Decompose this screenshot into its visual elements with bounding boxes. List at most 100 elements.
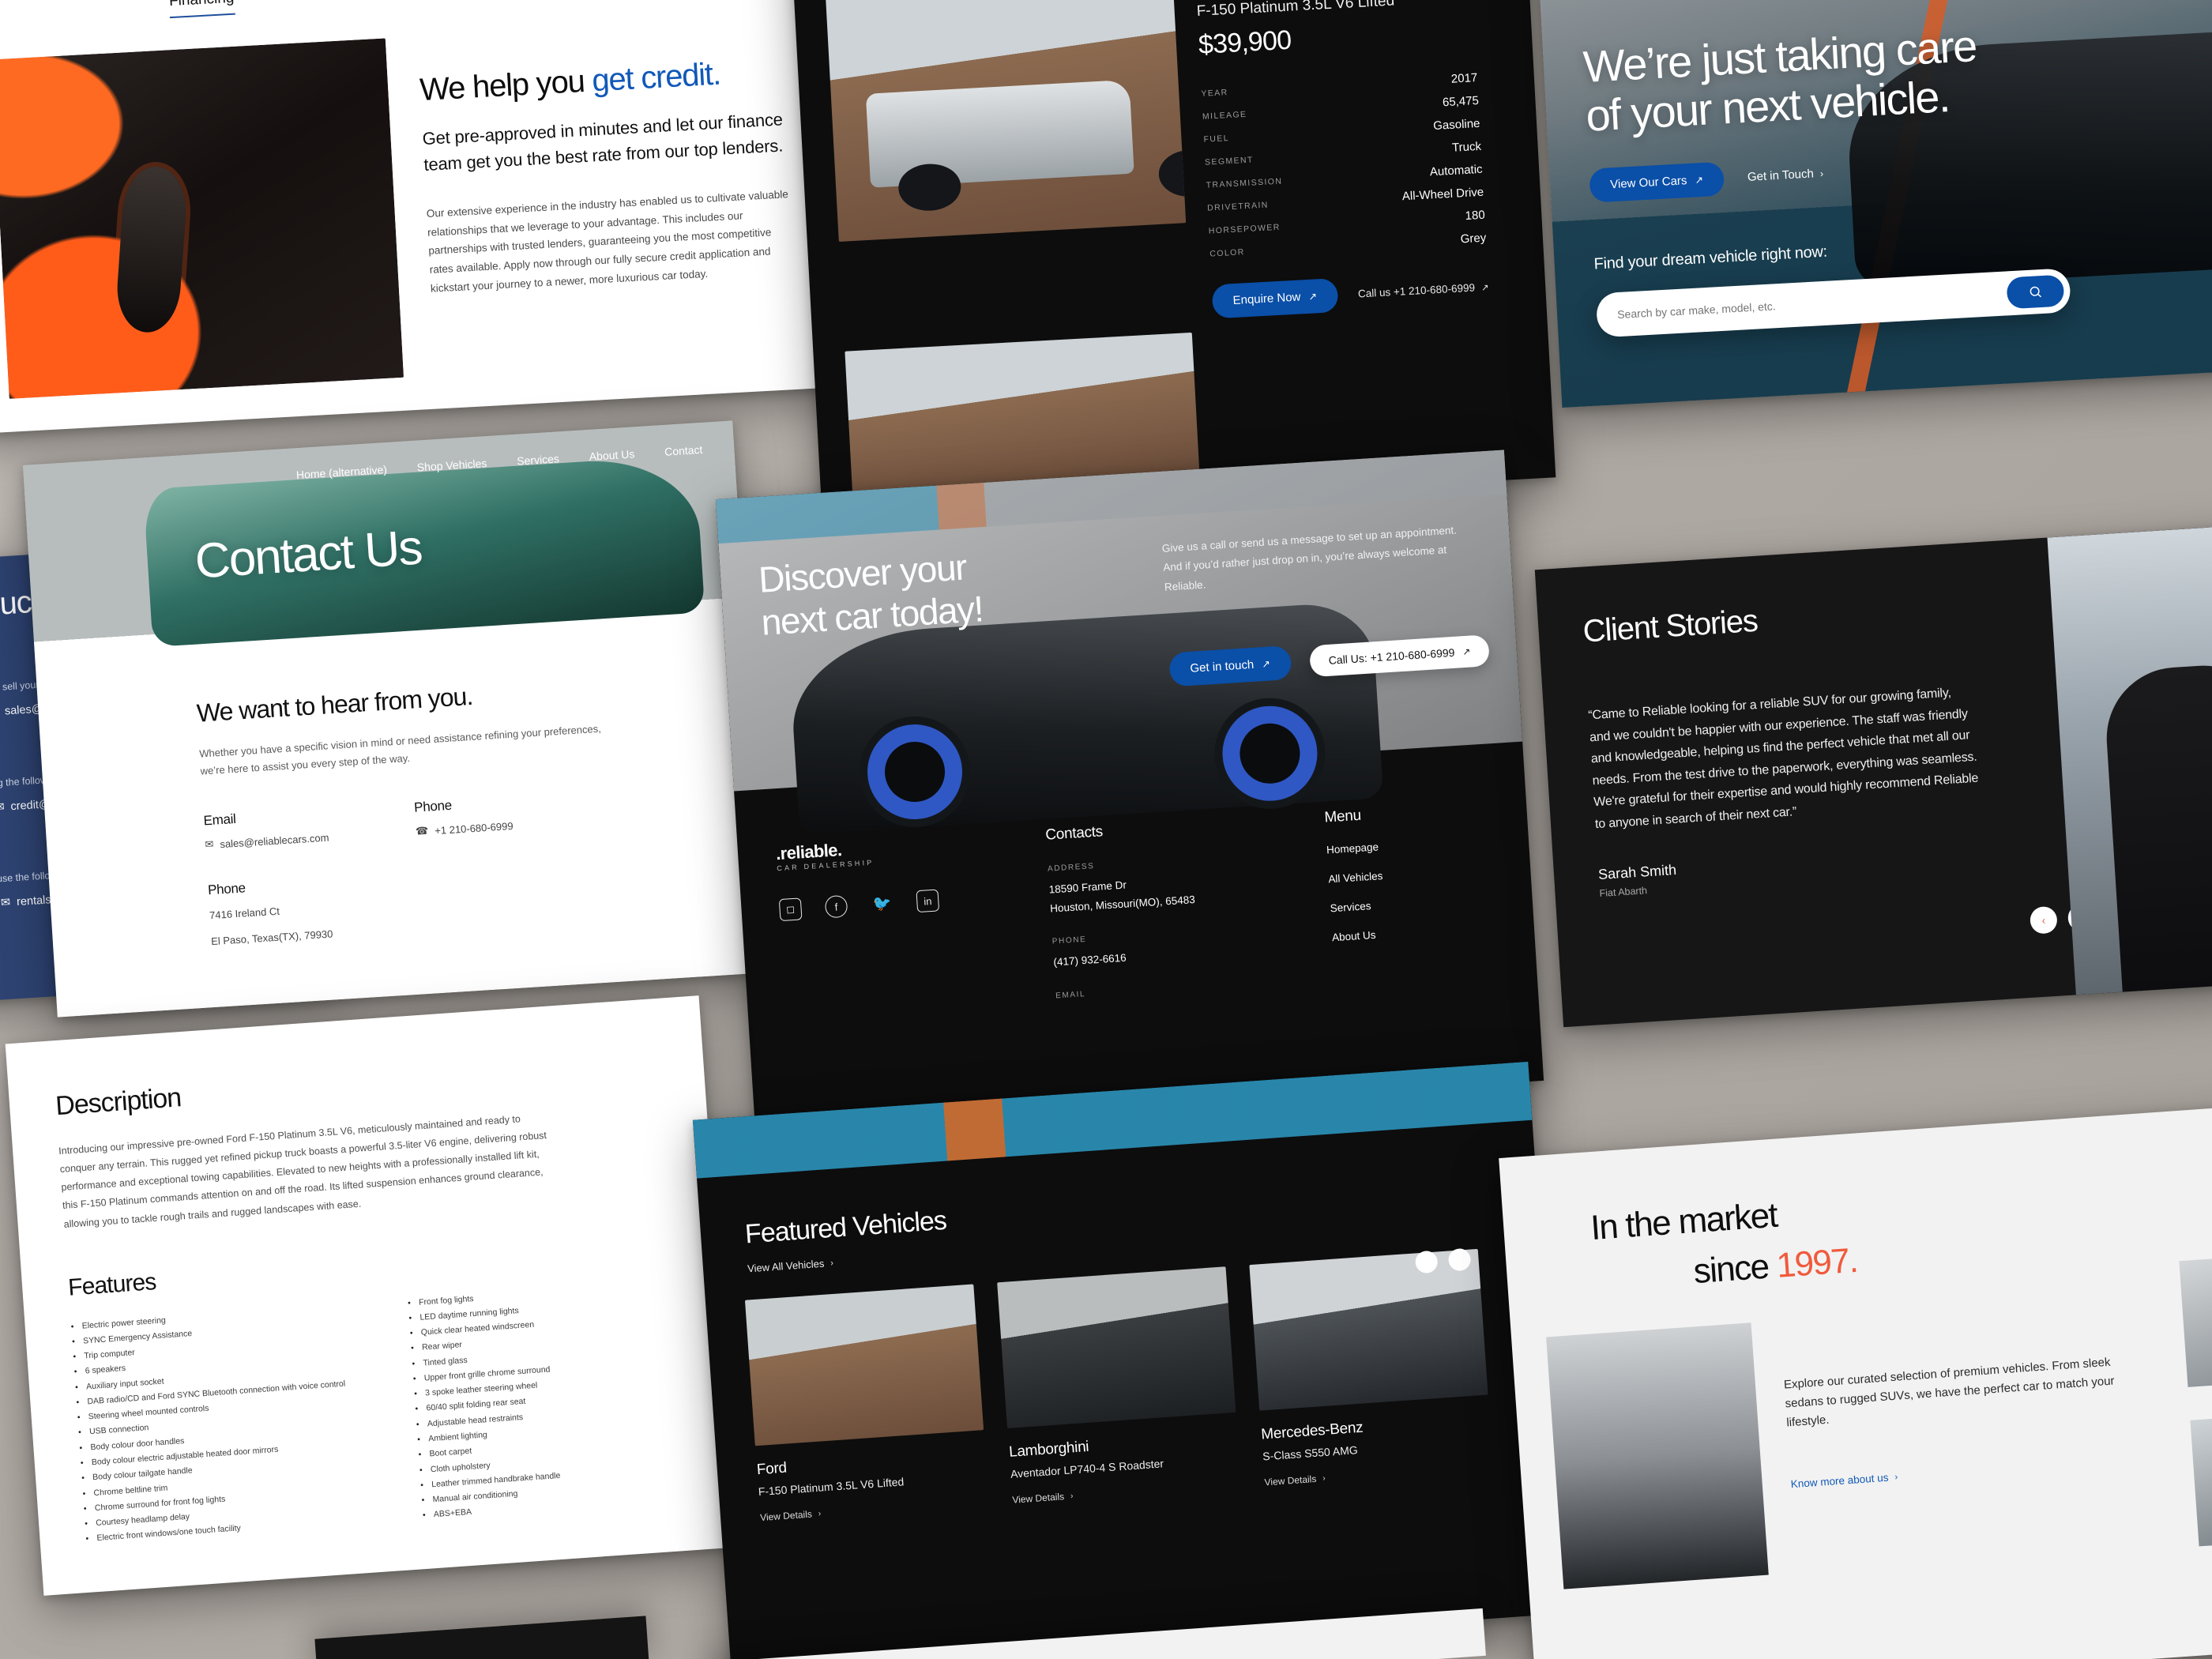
mockup-featured-vehicles: Featured Vehicles View All Vehicles › For… xyxy=(692,1061,1567,1659)
email-label: Email xyxy=(203,811,237,829)
arrow-up-right-icon: ↗ xyxy=(1694,173,1704,186)
call-label: Call us +1 210-680-6999 xyxy=(1357,281,1476,300)
nav-contact[interactable]: Contact xyxy=(664,443,703,458)
spec-key: TRANSMISSION xyxy=(1206,176,1283,190)
spec-key: HORSEPOWER xyxy=(1208,222,1281,236)
vehicle-card[interactable]: Lamborghini Aventador LP740-4 S Roadster… xyxy=(997,1266,1241,1507)
get-in-touch-label: Get in touch xyxy=(1189,657,1255,675)
footer-contacts-title: Contacts xyxy=(1044,823,1104,844)
enquire-now-button[interactable]: Enquire Now ↗ xyxy=(1211,277,1339,319)
market-year: 1997. xyxy=(1775,1240,1859,1285)
spec-value: All-Wheel Drive xyxy=(1401,185,1484,204)
pager-dot-next[interactable] xyxy=(1447,1247,1472,1272)
spec-value: 180 xyxy=(1465,208,1486,224)
financing-lead: Get pre-approved in minutes and let our … xyxy=(422,109,784,175)
pager-dot-prev[interactable] xyxy=(1414,1250,1439,1274)
design-showcase-board: …that will make your life easier. Financ… xyxy=(0,0,2212,1659)
chevron-right-icon: › xyxy=(830,1258,834,1268)
arrow-up-right-icon: ↗ xyxy=(1462,645,1471,657)
chevron-right-icon: › xyxy=(1070,1491,1074,1501)
mockup-about-since-1997: In the market since 1997. Explore our cu… xyxy=(1499,1102,2212,1659)
features-column-2: Front fog lights LED daytime running lig… xyxy=(408,1287,563,1525)
footer-phone-value[interactable]: (417) 932-6616 xyxy=(1053,945,1199,971)
spec-value: Automatic xyxy=(1429,162,1483,179)
showroom-photo xyxy=(1546,1322,1769,1589)
footer-phone-key: PHONE xyxy=(1051,935,1087,946)
heading-accent: get credit. xyxy=(591,56,721,99)
car-interior-photo xyxy=(0,38,404,399)
contact-card-text: Whether you have a specific vision in mi… xyxy=(198,722,602,777)
footer-contacts-column: Contacts ADDRESS 18590 Frame Dr Houston,… xyxy=(1045,818,1201,1000)
mockup-homepage-hero: .reliable. CAR DEALERSHIP All Vehicles S… xyxy=(1535,0,2212,408)
vehicle-photo-main[interactable] xyxy=(825,0,1187,242)
spec-key: FUEL xyxy=(1203,134,1230,145)
mockup-discover-and-footer: Discover your next car today! Give us a … xyxy=(715,450,1544,1130)
view-details-link[interactable]: View Details › xyxy=(1264,1473,1326,1488)
carousel-prev-button[interactable]: ‹ xyxy=(2029,905,2058,935)
vehicle-card-photo xyxy=(997,1266,1236,1428)
search-button[interactable] xyxy=(2006,274,2065,310)
spec-value: Grey xyxy=(1460,231,1487,246)
know-more-link[interactable]: Know more about us › xyxy=(1790,1471,1898,1491)
search-icon xyxy=(2030,286,2042,298)
search-input[interactable] xyxy=(1616,287,2007,322)
vehicle-card[interactable]: Ford F-150 Platinum 3.5L V6 Lifted View … xyxy=(744,1284,989,1525)
phone-value[interactable]: ☎ +1 210-680-6999 xyxy=(416,819,514,838)
arrow-up-right-icon: ↗ xyxy=(1307,289,1318,303)
enquire-label: Enquire Now xyxy=(1232,290,1301,308)
footer-email-key: EMAIL xyxy=(1055,989,1086,1001)
footer-menu-column: Menu Homepage All Vehicles Services Abou… xyxy=(1324,806,1390,983)
mail-icon: ✉ xyxy=(0,800,6,814)
get-in-touch-link[interactable]: Get in Touch › xyxy=(1747,167,1824,184)
spec-value: 65,475 xyxy=(1442,93,1480,110)
mail-icon: ✉ xyxy=(0,896,11,910)
view-our-cars-button[interactable]: View Our Cars ↗ xyxy=(1589,161,1725,203)
showroom-photo-tile xyxy=(2190,1404,2212,1547)
vehicle-price: $39,900 xyxy=(1198,24,1292,60)
nav-about-us[interactable]: About Us xyxy=(589,447,634,463)
vehicle-card[interactable]: Mercedes-Benz S-Class S550 AMG View Deta… xyxy=(1249,1248,1493,1490)
facebook-icon[interactable]: f xyxy=(824,894,848,919)
phone-icon: ☎ xyxy=(415,824,429,837)
mockup-vehicle-detail-page: Shop › F-150 Platinum 3.5L V6 Lifted For… xyxy=(790,0,1556,517)
spec-key: DRIVETRAIN xyxy=(1206,200,1270,213)
view-details-label: View Details xyxy=(1264,1473,1317,1488)
footer-menu-homepage[interactable]: Homepage xyxy=(1326,841,1382,856)
description-body: Introducing our impressive pre-owned For… xyxy=(58,1113,547,1230)
hero-headline: We’re just taking care of your next vehi… xyxy=(1582,21,1981,140)
footer-address-key: ADDRESS xyxy=(1047,861,1095,874)
financing-paragraph: Our extensive experience in the industry… xyxy=(426,188,789,295)
mockup-contact-us-page: Home (alternative) Shop Vehicles Service… xyxy=(22,420,768,1018)
know-more-label: Know more about us xyxy=(1790,1471,1889,1491)
spec-value: Gasoline xyxy=(1432,116,1480,134)
twitter-icon[interactable]: 🐦 xyxy=(871,892,894,916)
spec-value: Truck xyxy=(1451,139,1482,155)
market-paragraph: Explore our curated selection of premium… xyxy=(1783,1355,2116,1430)
mockup-client-stories: Client Stories “Came to Reliable looking… xyxy=(1534,521,2212,1028)
view-details-link[interactable]: View Details › xyxy=(760,1508,822,1524)
board-bleed-panel xyxy=(314,1616,649,1659)
view-details-link[interactable]: View Details › xyxy=(1012,1490,1074,1506)
vehicle-card-photo xyxy=(744,1284,984,1446)
nav-services[interactable]: Services xyxy=(517,452,560,467)
discover-headline: Discover your next car today! xyxy=(758,544,984,644)
showroom-photo-tile xyxy=(2179,1245,2212,1387)
call-us-link[interactable]: Call us +1 210-680-6999 ↗ xyxy=(1358,281,1489,300)
footer-menu-title: Menu xyxy=(1323,807,1362,826)
spec-key: MILEAGE xyxy=(1202,109,1247,122)
chevron-right-icon: › xyxy=(1894,1472,1898,1482)
footer-menu-services[interactable]: Services xyxy=(1330,899,1385,914)
features-column-1: Electric power steering SYNC Emergency A… xyxy=(70,1301,356,1548)
vehicle-photo-secondary[interactable] xyxy=(845,332,1200,494)
heading-plain: We help you xyxy=(419,63,593,108)
mockup-description-features: Description Introducing our impressive p… xyxy=(5,995,738,1596)
view-our-cars-label: View Our Cars xyxy=(1609,174,1687,192)
financing-heading: We help you get credit. xyxy=(419,53,790,108)
arrow-up-right-icon: ↗ xyxy=(1480,283,1489,293)
chevron-right-icon: › xyxy=(818,1509,822,1518)
instagram-icon[interactable]: ◻ xyxy=(778,897,803,922)
footer-menu-about-us[interactable]: About Us xyxy=(1332,928,1387,943)
footer-menu-all-vehicles[interactable]: All Vehicles xyxy=(1328,870,1383,885)
linkedin-icon[interactable]: in xyxy=(916,889,940,913)
email-value[interactable]: ✉ sales@reliablecars.com xyxy=(205,831,329,852)
